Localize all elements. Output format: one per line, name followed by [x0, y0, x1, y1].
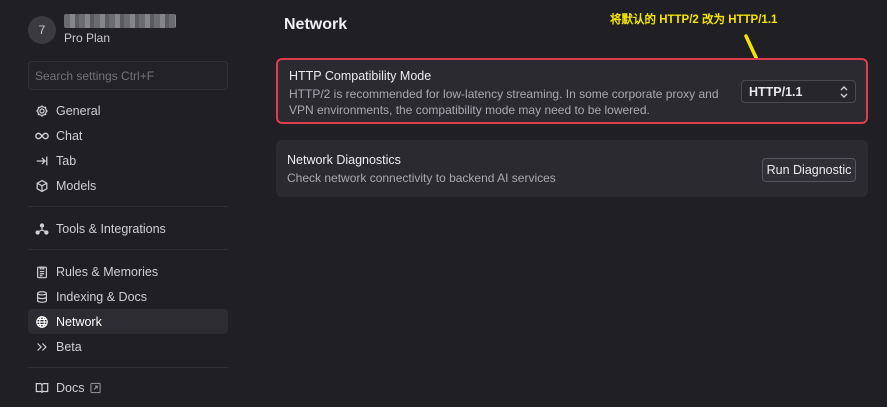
sidebar-item-docs[interactable]: Docs [28, 375, 228, 400]
sidebar-item-label: Tools & Integrations [56, 221, 166, 236]
chevron-updown-icon [840, 86, 848, 98]
profile[interactable]: 7 Pro Plan [28, 14, 176, 45]
nav-group-1: General Chat Tab Models [28, 98, 228, 198]
run-diagnostic-button[interactable]: Run Diagnostic [762, 158, 856, 182]
tab-arrow-icon [35, 154, 49, 168]
gear-icon [35, 104, 49, 118]
sidebar-item-chat[interactable]: Chat [28, 123, 228, 148]
annotation-text: 将默认的 HTTP/2 改为 HTTP/1.1 [610, 14, 778, 26]
sidebar-item-tab[interactable]: Tab [28, 148, 228, 173]
sidebar-item-models[interactable]: Models [28, 173, 228, 198]
sidebar-item-label: Indexing & Docs [56, 289, 148, 304]
globe-icon [35, 315, 49, 329]
book-icon [35, 381, 49, 395]
sidebar-item-label: Beta [56, 339, 82, 354]
sidebar-item-label: Tab [56, 153, 77, 168]
external-link-icon [90, 382, 102, 393]
page-title: Network [284, 16, 348, 33]
network-diagnostics-desc: Check network connectivity to backend AI… [287, 171, 556, 185]
profile-plan: Pro Plan [64, 31, 111, 45]
sidebar-item-beta[interactable]: Beta [28, 334, 228, 359]
sidebar-item-network[interactable]: Network [28, 309, 228, 334]
nav-group-2: Tools & Integrations [28, 216, 228, 241]
http-compatibility-title: HTTP Compatibility Mode [289, 69, 432, 83]
avatar: 7 [28, 15, 56, 44]
sidebar-item-label: General [56, 103, 101, 118]
cube-icon [35, 179, 49, 193]
database-icon [35, 290, 49, 304]
infinity-icon [35, 129, 49, 143]
nodes-icon [35, 222, 49, 236]
nav-group-4: Docs [28, 375, 228, 400]
sidebar-item-label: Models [56, 178, 97, 193]
sidebar-item-indexing-docs[interactable]: Indexing & Docs [28, 284, 228, 309]
http-compatibility-desc: HTTP/2 is recommended for low-latency st… [289, 86, 719, 118]
search-input[interactable] [28, 61, 228, 90]
http-mode-select[interactable]: HTTP/1.1 [741, 80, 856, 103]
sidebar-item-tools-integrations[interactable]: Tools & Integrations [28, 216, 228, 241]
desc-line: VPN environments, the compatibility mode… [289, 103, 650, 117]
http-mode-value: HTTP/1.1 [749, 84, 803, 99]
sidebar-item-rules-memories[interactable]: Rules & Memories [28, 259, 228, 284]
profile-name-redacted [64, 14, 176, 28]
double-chevron-icon [35, 340, 49, 354]
clipboard-icon [35, 265, 49, 279]
desc-line: HTTP/2 is recommended for low-latency st… [289, 87, 719, 101]
sidebar-item-label: Docs [56, 380, 85, 395]
sidebar: 7 Pro Plan General Chat Tab Models Tools… [0, 0, 240, 407]
sidebar-item-label: Chat [56, 128, 83, 143]
sidebar-item-label: Network [56, 314, 102, 329]
divider [28, 206, 228, 207]
divider [28, 367, 228, 368]
nav-group-3: Rules & Memories Indexing & Docs Network… [28, 259, 228, 359]
sidebar-item-label: Rules & Memories [56, 264, 159, 279]
sidebar-item-general[interactable]: General [28, 98, 228, 123]
network-diagnostics-title: Network Diagnostics [287, 153, 401, 167]
divider [28, 249, 228, 250]
